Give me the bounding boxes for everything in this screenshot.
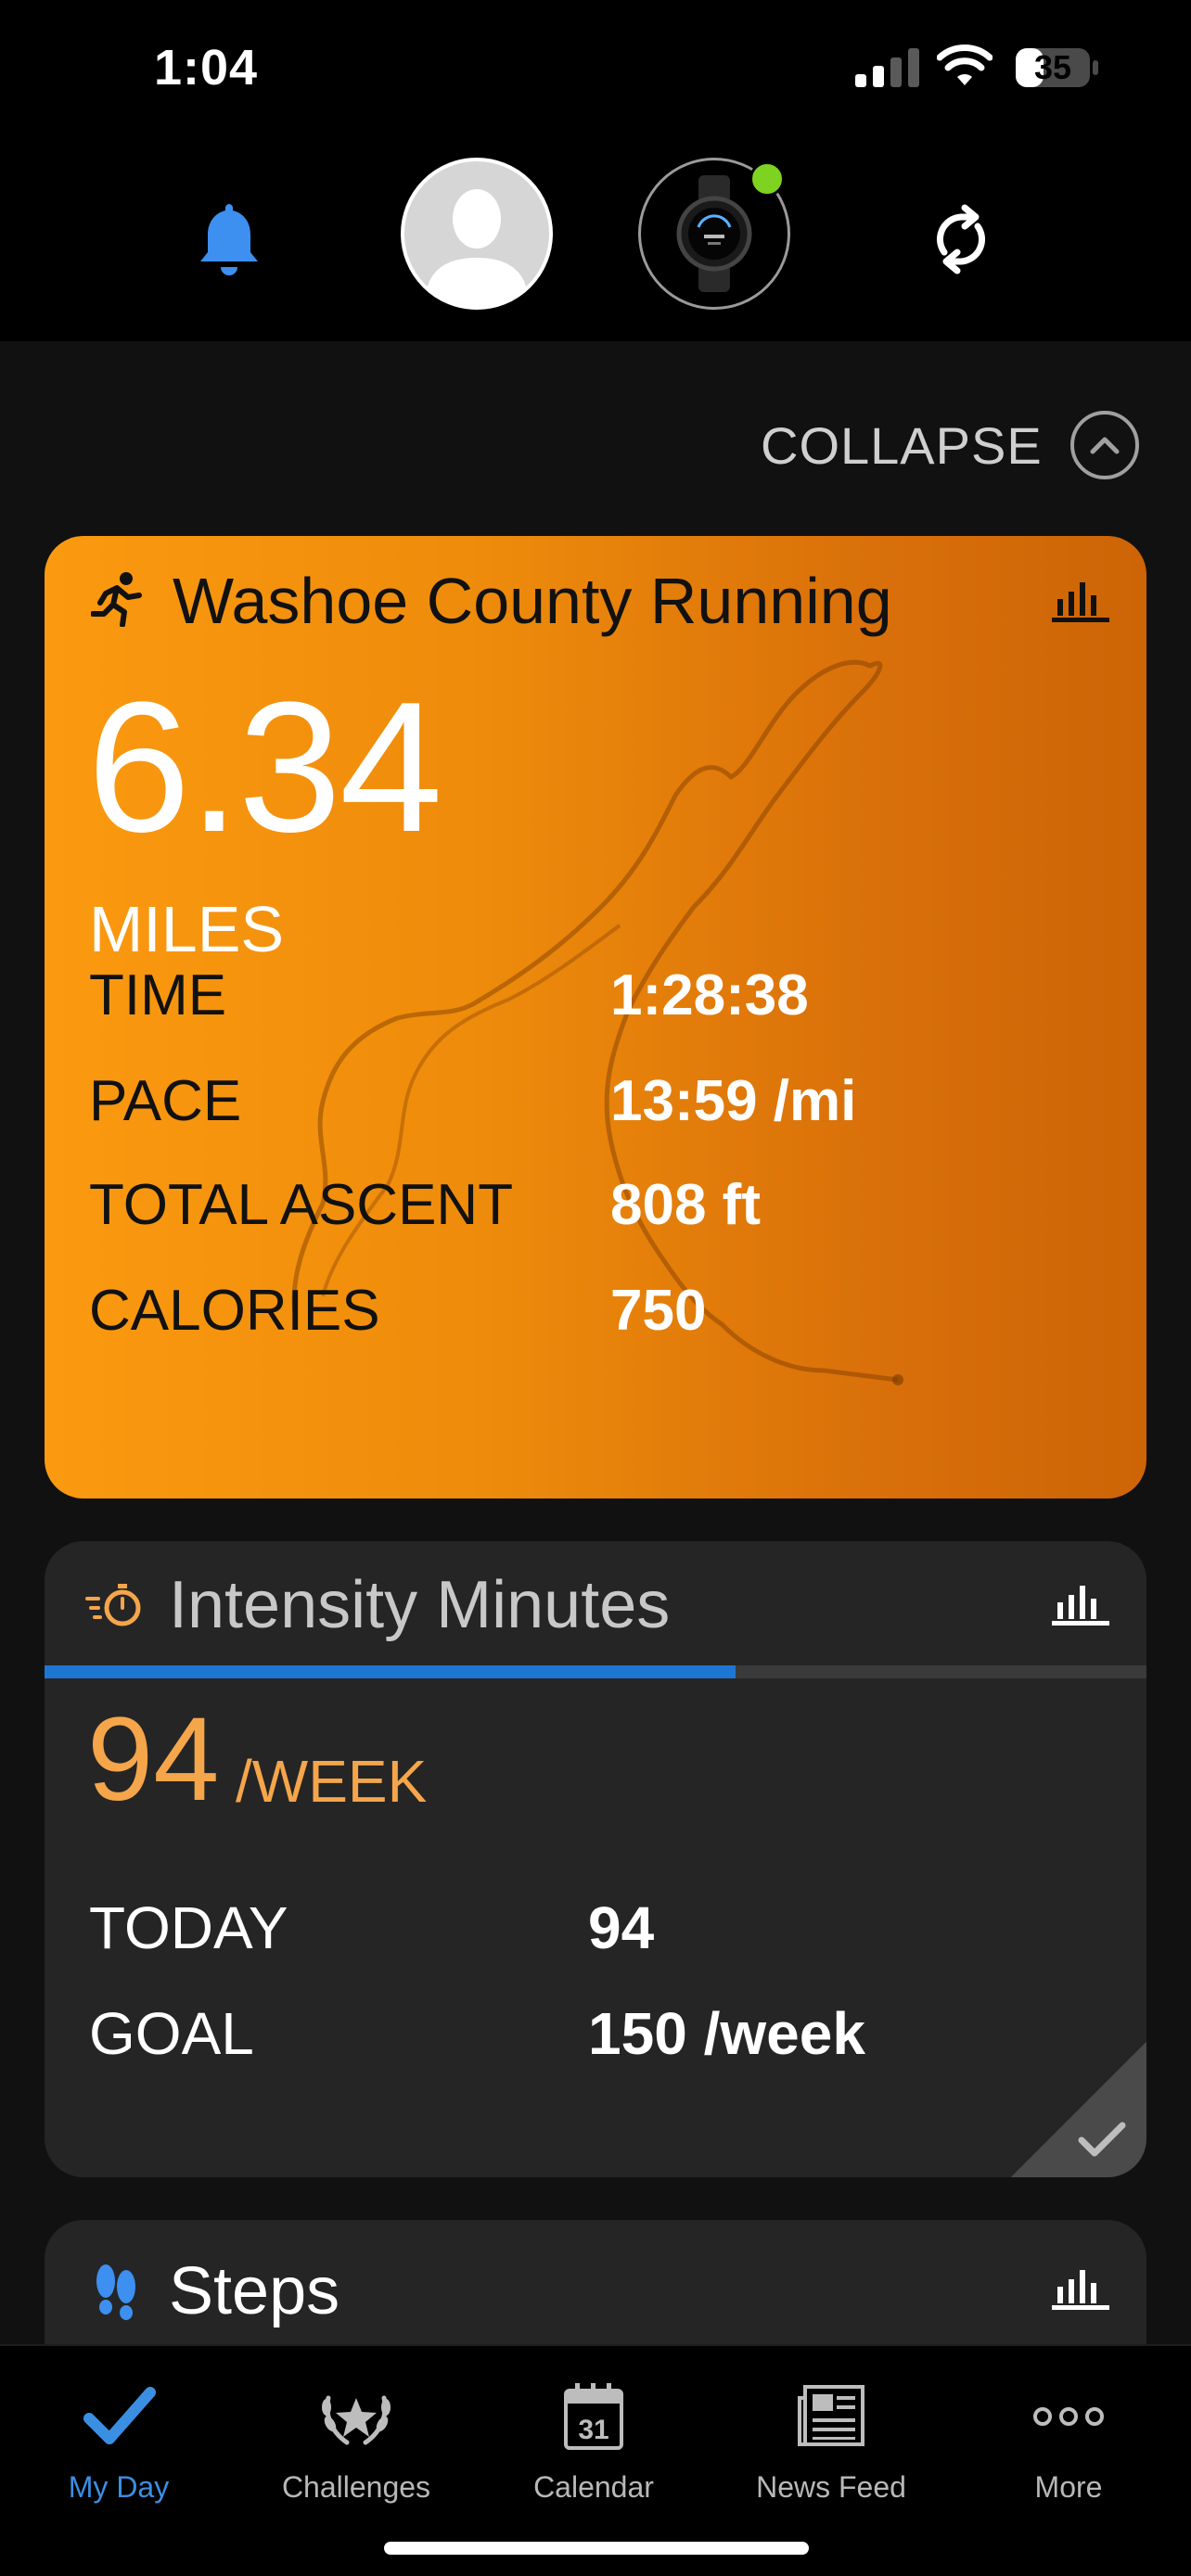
newsfeed-icon	[798, 2385, 864, 2446]
bell-icon[interactable]	[197, 200, 262, 278]
check-icon	[1078, 2122, 1126, 2157]
tab-label: News Feed	[756, 2470, 906, 2504]
running-icon	[91, 572, 142, 627]
tab-more[interactable]: More	[950, 2363, 1187, 2511]
intensity-minutes-card[interactable]: Intensity Minutes 94 /WEEK TODAY 94 GOAL…	[45, 1541, 1146, 2177]
activity-card[interactable]: Washoe County Running 6.34 MILES TIME 1:…	[45, 536, 1146, 1498]
home-indicator[interactable]	[384, 2542, 809, 2555]
tab-news-feed[interactable]: News Feed	[712, 2363, 950, 2511]
stat-label-ascent: TOTAL ASCENT	[89, 1173, 514, 1237]
check-icon	[83, 2387, 156, 2444]
tab-calendar[interactable]: 31 Calendar	[475, 2363, 712, 2511]
stat-label-calories: CALORIES	[89, 1279, 380, 1343]
stat-value-time: 1:28:38	[610, 963, 809, 1027]
collapse-button[interactable]: COLLAPSE	[761, 408, 1139, 482]
tab-label: Calendar	[533, 2470, 654, 2504]
stat-label-pace: PACE	[89, 1069, 242, 1133]
sync-icon[interactable]	[928, 202, 994, 276]
status-bar: 1:04 35	[0, 0, 1191, 139]
intensity-title: Intensity Minutes	[169, 1568, 671, 1642]
intensity-progress-bar	[45, 1665, 1146, 1678]
intensity-label-goal: GOAL	[89, 2000, 254, 2067]
battery-level: 35	[1033, 48, 1072, 86]
calendar-day: 31	[578, 2415, 608, 2445]
tab-challenges[interactable]: Challenges	[237, 2363, 475, 2511]
avatar[interactable]	[401, 158, 553, 310]
stopwatch-speed-icon	[85, 1584, 141, 1626]
wifi-icon	[937, 45, 992, 85]
intensity-weekly-value: 94	[87, 1693, 220, 1826]
activity-title: Washoe County Running	[173, 565, 892, 637]
more-icon	[1033, 2407, 1104, 2426]
intensity-progress-fill	[45, 1665, 736, 1678]
stat-label-time: TIME	[89, 963, 227, 1027]
device-connected-indicator	[749, 161, 785, 197]
footprints-icon	[96, 2264, 135, 2320]
collapse-label: COLLAPSE	[761, 415, 1043, 475]
status-time: 1:04	[154, 40, 259, 96]
chart-bars-icon[interactable]	[1052, 1584, 1109, 1626]
steps-title: Steps	[169, 2254, 340, 2328]
activity-distance: 6.34	[87, 664, 442, 871]
stat-value-ascent: 808 ft	[610, 1173, 761, 1237]
laurel-icon	[322, 2395, 391, 2445]
tab-label: My Day	[68, 2470, 170, 2504]
tab-label: More	[1034, 2470, 1103, 2504]
chevron-up-icon	[1069, 411, 1139, 479]
stat-value-pace: 13:59 /mi	[610, 1069, 857, 1133]
battery-indicator: 35	[1015, 46, 1100, 89]
top-header	[0, 139, 1191, 341]
stat-value-calories: 750	[610, 1279, 707, 1343]
avatar-silhouette-icon	[425, 189, 529, 306]
activity-distance-unit: MILES	[89, 893, 285, 965]
cellular-signal-icon	[855, 48, 919, 87]
intensity-value-today: 94	[588, 1894, 655, 1961]
tab-my-day[interactable]: My Day	[0, 2363, 237, 2511]
intensity-value-goal: 150 /week	[588, 2000, 865, 2067]
intensity-label-today: TODAY	[89, 1894, 288, 1961]
calendar-icon: 31	[564, 2383, 623, 2450]
intensity-weekly-unit: /WEEK	[236, 1748, 428, 1815]
tab-label: Challenges	[281, 2470, 431, 2504]
chart-bars-icon[interactable]	[1052, 580, 1109, 623]
chart-bars-icon[interactable]	[1052, 2268, 1109, 2311]
